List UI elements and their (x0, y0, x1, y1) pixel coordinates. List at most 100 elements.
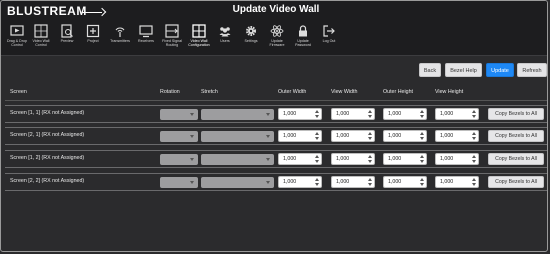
view-height-input[interactable]: 1,000 (435, 153, 479, 165)
col-header-view-width: View Width (331, 89, 358, 95)
spinner-icon[interactable] (315, 110, 319, 118)
nav-item-users[interactable]: Users (213, 24, 237, 54)
spinner-icon[interactable] (315, 132, 319, 140)
copy-bezels-button[interactable]: Copy Bezels to All (488, 176, 544, 188)
view-width-input[interactable]: 1,000 (331, 153, 375, 165)
nav-item-log-out[interactable]: Log Out (317, 24, 341, 54)
nav-item-fixed-signal-routing[interactable]: Fixed Signal Routing (160, 24, 184, 54)
nav-item-receivers[interactable]: Receivers (134, 24, 158, 54)
view-height-input[interactable]: 1,000 (435, 176, 479, 188)
screen-label: Screen [1, 1] (RX not Assigned) (10, 110, 85, 116)
nav-label: Transmitters (110, 39, 130, 43)
nav-item-project[interactable]: Project (81, 24, 105, 54)
stretch-select[interactable] (201, 109, 274, 120)
spinner-icon[interactable] (315, 178, 319, 186)
chevron-down-icon (190, 181, 194, 184)
col-header-outer-width: Outer Width (278, 89, 307, 95)
spinner-icon[interactable] (420, 178, 424, 186)
nav-item-update-password[interactable]: Update Password (291, 24, 315, 54)
outer-height-input[interactable]: 1,000 (383, 176, 427, 188)
nav-item-transmitters[interactable]: Transmitters (108, 24, 132, 54)
spinner-icon[interactable] (420, 155, 424, 163)
nav-item-video-wall-configuration[interactable]: Video Wall Configuration (187, 24, 211, 54)
nav-label: Video Wall Control (32, 39, 50, 47)
screen-label: Screen [2, 1] (RX not Assigned) (10, 132, 85, 138)
outer-height-input[interactable]: 1,000 (383, 153, 427, 165)
col-header-stretch: Stretch (201, 89, 218, 95)
screen-label: Screen [1, 2] (RX not Assigned) (10, 155, 85, 161)
header-divider (5, 100, 547, 101)
rotation-select[interactable] (160, 154, 198, 165)
top-bar: BLUSTREAM Update Video Wall (1, 1, 547, 22)
stretch-select[interactable] (201, 154, 274, 165)
col-header-outer-height: Outer Height (383, 89, 414, 95)
stretch-select[interactable] (201, 177, 274, 188)
view-width-value: 1,000 (336, 111, 350, 117)
nav-label: Fixed Signal Routing (162, 39, 182, 47)
outer-height-input[interactable]: 1,000 (383, 130, 427, 142)
chevron-down-icon (266, 113, 270, 116)
outer-height-input[interactable]: 1,000 (383, 108, 427, 120)
spinner-icon[interactable] (472, 132, 476, 140)
spinner-icon[interactable] (368, 155, 372, 163)
spinner-icon[interactable] (472, 155, 476, 163)
table-row: Screen [1, 2] (RX not Assigned) 1,000 1,… (5, 150, 547, 168)
copy-bezels-button[interactable]: Copy Bezels to All (488, 153, 544, 165)
update-button[interactable]: Update (486, 63, 514, 77)
spinner-icon[interactable] (420, 110, 424, 118)
col-header-screen: Screen (10, 89, 27, 95)
copy-bezels-button[interactable]: Copy Bezels to All (488, 108, 544, 120)
page-title: Update Video Wall (232, 4, 320, 15)
spinner-icon[interactable] (368, 132, 372, 140)
view-height-input[interactable]: 1,000 (435, 130, 479, 142)
routing-icon (165, 24, 179, 38)
outer-width-input[interactable]: 1,000 (278, 153, 322, 165)
back-button[interactable]: Back (419, 63, 441, 77)
view-width-value: 1,000 (336, 156, 350, 162)
spinner-icon[interactable] (472, 110, 476, 118)
outer-width-input[interactable]: 1,000 (278, 130, 322, 142)
view-height-input[interactable]: 1,000 (435, 108, 479, 120)
chevron-down-icon (266, 181, 270, 184)
nav-item-preview[interactable]: Preview (55, 24, 79, 54)
spinner-icon[interactable] (420, 132, 424, 140)
outer-width-input[interactable]: 1,000 (278, 176, 322, 188)
bezel-help-button[interactable]: Bezel Help (445, 63, 482, 77)
view-width-value: 1,000 (336, 133, 350, 139)
rotation-select[interactable] (160, 177, 198, 188)
view-height-value: 1,000 (440, 179, 454, 185)
spinner-icon[interactable] (472, 178, 476, 186)
view-height-value: 1,000 (440, 133, 454, 139)
nav-label: Receivers (138, 39, 154, 43)
rotation-select[interactable] (160, 131, 198, 142)
table-row: Screen [1, 1] (RX not Assigned) 1,000 1,… (5, 105, 547, 123)
outer-width-value: 1,000 (283, 156, 297, 162)
copy-bezels-button[interactable]: Copy Bezels to All (488, 130, 544, 142)
col-header-view-height: View Height (435, 89, 464, 95)
nav-item-settings[interactable]: Settings (239, 24, 263, 54)
nav-label: Drag & Drop Control (7, 39, 27, 47)
view-width-input[interactable]: 1,000 (331, 176, 375, 188)
nav-item-video-wall-control[interactable]: Video Wall Control (29, 24, 53, 54)
logout-icon (323, 25, 335, 37)
chevron-down-icon (266, 158, 270, 161)
rotation-select[interactable] (160, 109, 198, 120)
refresh-button[interactable]: Refresh (517, 63, 547, 77)
spinner-icon[interactable] (315, 155, 319, 163)
outer-width-value: 1,000 (283, 133, 297, 139)
nav-item-update-firmware[interactable]: Update Firmware (265, 24, 289, 54)
antenna-icon (115, 27, 125, 37)
chevron-down-icon (190, 158, 194, 161)
spinner-icon[interactable] (368, 110, 372, 118)
col-header-rotation: Rotation (160, 89, 180, 95)
chevron-down-icon (190, 113, 194, 116)
outer-width-input[interactable]: 1,000 (278, 108, 322, 120)
view-width-input[interactable]: 1,000 (331, 130, 375, 142)
view-width-input[interactable]: 1,000 (331, 108, 375, 120)
view-height-value: 1,000 (440, 156, 454, 162)
spinner-icon[interactable] (368, 178, 372, 186)
play-screen-icon (10, 25, 24, 36)
outer-height-value: 1,000 (388, 156, 402, 162)
stretch-select[interactable] (201, 131, 274, 142)
nav-item-drag-drop-control[interactable]: Drag & Drop Control (5, 24, 29, 54)
